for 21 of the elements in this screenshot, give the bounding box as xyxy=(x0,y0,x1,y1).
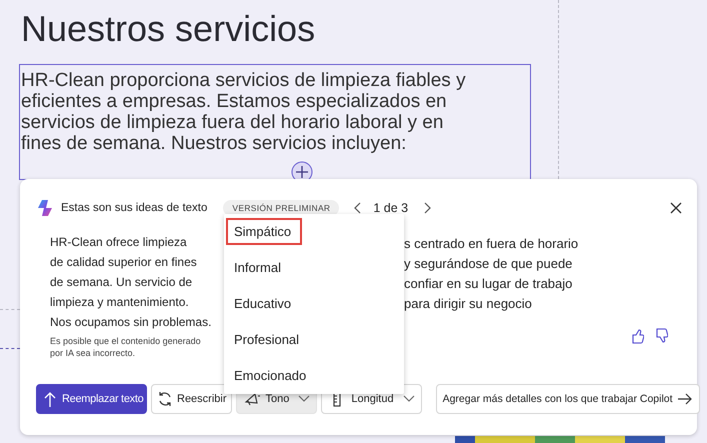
replace-button[interactable]: Reemplazar texto xyxy=(36,384,147,414)
page-heading: Nuestros servicios xyxy=(21,8,316,50)
suggestion-text[interactable]: de calidad superior en fines xyxy=(50,252,224,272)
menu-item[interactable]: Profesional xyxy=(226,326,308,353)
suggestion-text[interactable]: confiar en su lugar de trabajo xyxy=(404,274,578,294)
disclaimer: Es posible que el contenido generado por IA sea incorrecto. xyxy=(50,335,202,359)
suggestion-text[interactable]: de semana. Un servicio de xyxy=(50,272,224,292)
suggestion-text[interactable]: limpieza y mantenimiento. xyxy=(50,292,224,312)
suggestion-text[interactable]: s centrado en fuera de horario xyxy=(404,234,578,254)
suggestion-text[interactable]: HR-Clean ofrece limpieza xyxy=(50,232,224,252)
paragraph: HR-Clean proporciona servicios de limpieza fiables y eficientes a empresas. Estamos especializados en servicios de limpieza fuera del horario laboral y en fines de semana. Nuestros servicios incluyen: xyxy=(20,69,467,154)
menu-item[interactable]: Simpático xyxy=(226,218,302,245)
menu-item[interactable]: Informal xyxy=(226,254,289,281)
page-counter: 1 de 3 xyxy=(373,201,408,215)
suggestion-text[interactable]: y segurándose de que puede xyxy=(404,254,578,274)
suggestion-text[interactable]: para dirigir su negocio xyxy=(404,294,578,314)
panel-title: Estas son sus ideas de texto xyxy=(61,202,208,214)
details-button[interactable]: Agregar más detalles con los que trabajar Copilot xyxy=(436,384,700,414)
menu-item[interactable]: Educativo xyxy=(226,290,300,317)
suggestion-text[interactable]: Nos ocupamos sin problemas. xyxy=(50,312,224,332)
rewrite-button[interactable]: Reescribir xyxy=(151,384,232,414)
